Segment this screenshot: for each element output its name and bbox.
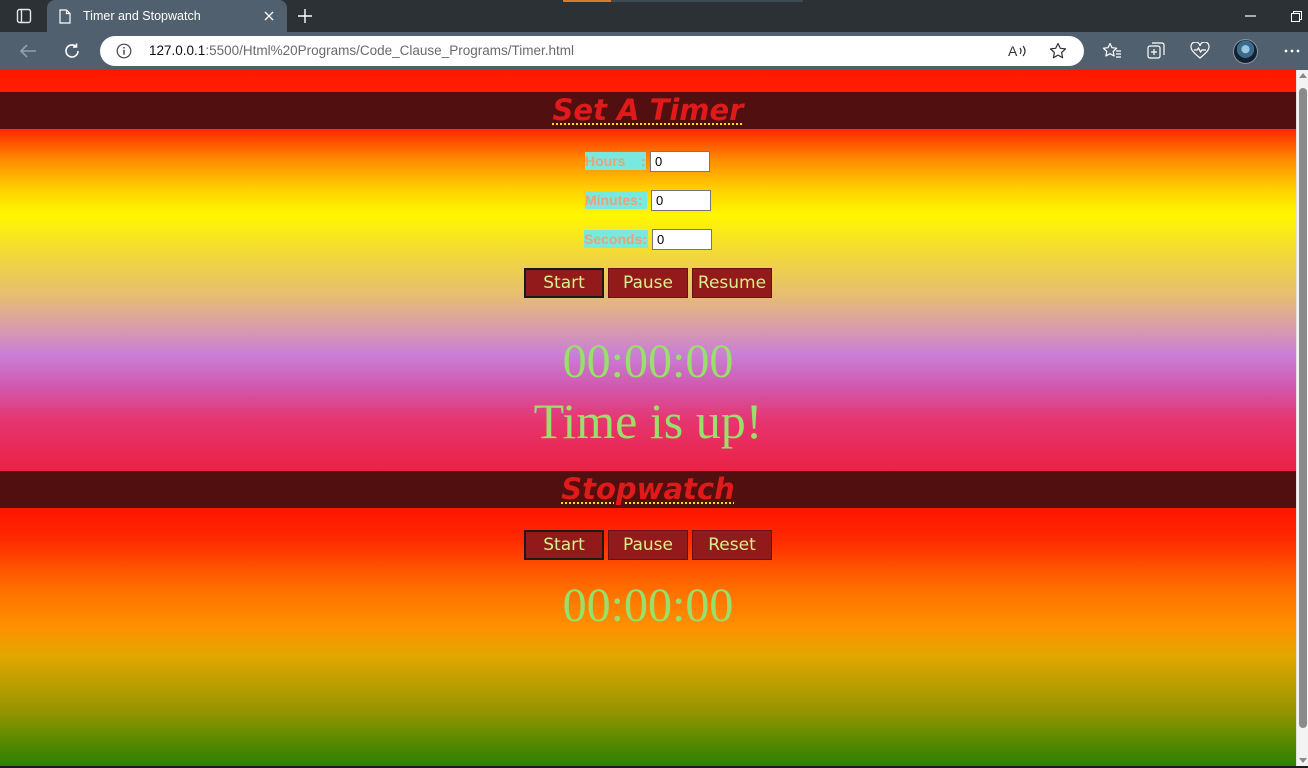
page-scrollbar[interactable] (1296, 70, 1308, 766)
stopwatch-pause-button[interactable]: Pause (608, 530, 688, 560)
hours-label: Hours : (585, 152, 646, 170)
scrollbar-thumb[interactable] (1299, 88, 1307, 728)
tab-strip-line (611, 0, 803, 2)
address-bar[interactable]: 127.0.0.1:5500/Html%20Programs/Code_Clau… (100, 36, 1084, 66)
seconds-label: Seconds: (584, 230, 648, 248)
stopwatch-start-button[interactable]: Start (524, 530, 604, 560)
site-info-icon[interactable] (116, 43, 132, 59)
tab-strip: Timer and Stopwatch (0, 0, 1308, 32)
stopwatch-reset-button[interactable]: Reset (692, 530, 772, 560)
collections-icon[interactable] (1145, 40, 1167, 62)
maximize-icon[interactable] (1286, 6, 1306, 26)
timer-display: 00:00:00 (562, 335, 734, 388)
page-icon (59, 8, 73, 24)
add-favorite-icon[interactable] (1048, 42, 1068, 60)
seconds-input[interactable] (652, 229, 712, 250)
read-aloud-icon[interactable]: A (1008, 42, 1028, 60)
tab-actions-icon[interactable] (8, 4, 40, 28)
minutes-label: Minutes: (585, 191, 647, 209)
url-text[interactable]: 127.0.0.1:5500/Html%20Programs/Code_Clau… (149, 43, 574, 58)
browser-tab-active[interactable]: Timer and Stopwatch (47, 0, 287, 32)
timer-message: Time is up! (533, 393, 763, 449)
more-options-icon[interactable] (1281, 40, 1303, 62)
page-viewport: Set A Timer Hours : Minutes: Seconds: St… (0, 70, 1296, 766)
svg-text:A: A (1008, 43, 1018, 59)
timer-pause-button[interactable]: Pause (608, 268, 688, 298)
stopwatch-heading: Stopwatch (561, 472, 735, 506)
scroll-down-icon[interactable] (1299, 758, 1307, 763)
profile-avatar[interactable] (1233, 39, 1258, 64)
url-host: 127.0.0.1 (149, 43, 206, 58)
stopwatch-display: 00:00:00 (562, 579, 734, 632)
favorites-icon[interactable] (1101, 40, 1123, 62)
refresh-icon[interactable] (58, 37, 86, 65)
tab-strip-accent (563, 0, 611, 2)
scroll-up-icon[interactable] (1299, 73, 1307, 78)
new-tab-icon[interactable] (292, 4, 318, 28)
timer-header: Set A Timer (0, 92, 1296, 129)
hours-input[interactable] (650, 151, 710, 172)
timer-heading: Set A Timer (552, 93, 744, 127)
timer-start-button[interactable]: Start (524, 268, 604, 298)
minutes-input[interactable] (651, 190, 711, 211)
url-path: :5500/Html%20Programs/Code_Clause_Progra… (205, 43, 574, 58)
browser-toolbar: 127.0.0.1:5500/Html%20Programs/Code_Clau… (0, 32, 1308, 70)
minimize-icon[interactable] (1238, 6, 1262, 26)
stopwatch-header: Stopwatch (0, 471, 1296, 508)
performance-icon[interactable] (1189, 40, 1211, 62)
back-icon[interactable] (14, 37, 42, 65)
timer-resume-button[interactable]: Resume (692, 268, 772, 298)
close-tab-icon[interactable] (261, 8, 277, 24)
tab-title: Timer and Stopwatch (83, 9, 201, 23)
